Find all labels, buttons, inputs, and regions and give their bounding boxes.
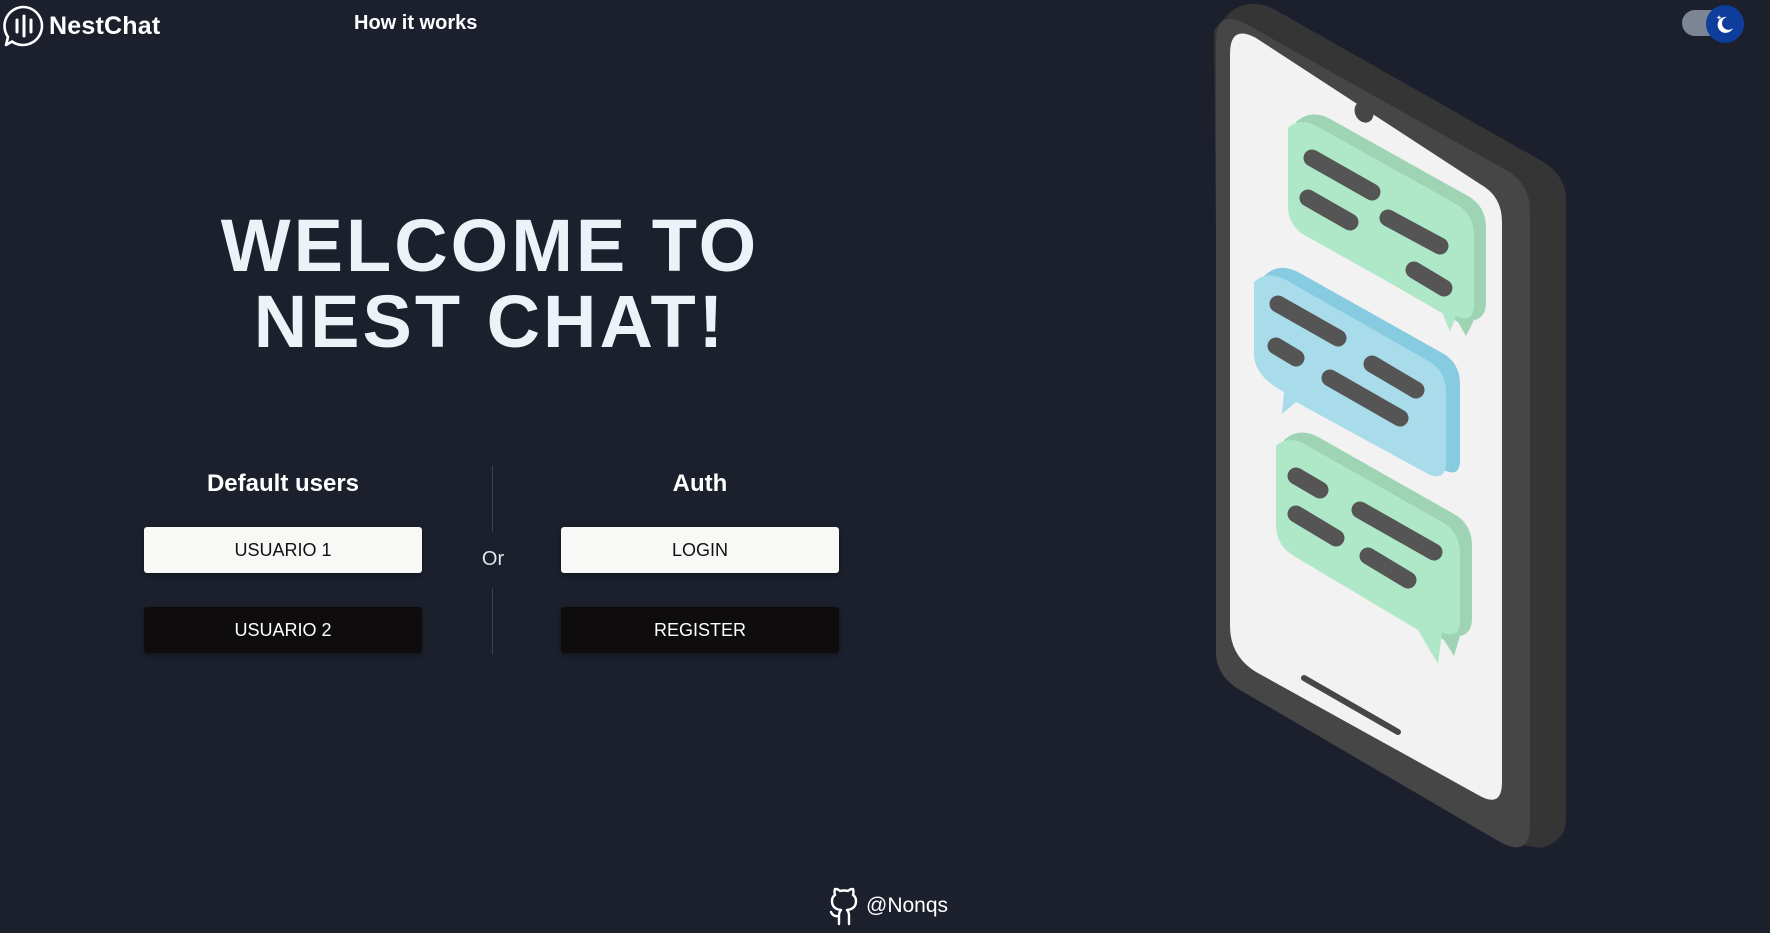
moon-icon bbox=[1716, 15, 1733, 33]
github-handle-link[interactable]: @Nonqs bbox=[866, 894, 948, 918]
chat-logo-icon bbox=[3, 5, 44, 47]
default-users-heading: Default users bbox=[206, 470, 360, 497]
divider-top bbox=[492, 466, 493, 532]
footer: @Nonqs bbox=[826, 886, 948, 926]
phone-illustration-art bbox=[1214, 3, 1566, 849]
auth-heading: Auth bbox=[672, 470, 728, 497]
brand-logo[interactable]: NestChat bbox=[2, 4, 160, 48]
phone-chat-illustration bbox=[1200, 0, 1570, 850]
theme-toggle-knob bbox=[1706, 5, 1744, 43]
usuario-2-button[interactable]: USUARIO 2 bbox=[144, 607, 422, 653]
usuario-1-button[interactable]: USUARIO 1 bbox=[144, 527, 422, 573]
login-button[interactable]: LOGIN bbox=[561, 527, 839, 573]
or-separator: Or bbox=[481, 548, 505, 570]
divider-bottom bbox=[492, 588, 493, 654]
how-it-works-link[interactable]: How it works bbox=[354, 12, 477, 35]
github-icon[interactable] bbox=[826, 886, 862, 926]
theme-toggle[interactable] bbox=[1682, 5, 1744, 43]
register-button[interactable]: REGISTER bbox=[561, 607, 839, 653]
brand-name: NestChat bbox=[49, 11, 161, 40]
page-title: WELCOME TO NEST CHAT! bbox=[220, 204, 760, 363]
